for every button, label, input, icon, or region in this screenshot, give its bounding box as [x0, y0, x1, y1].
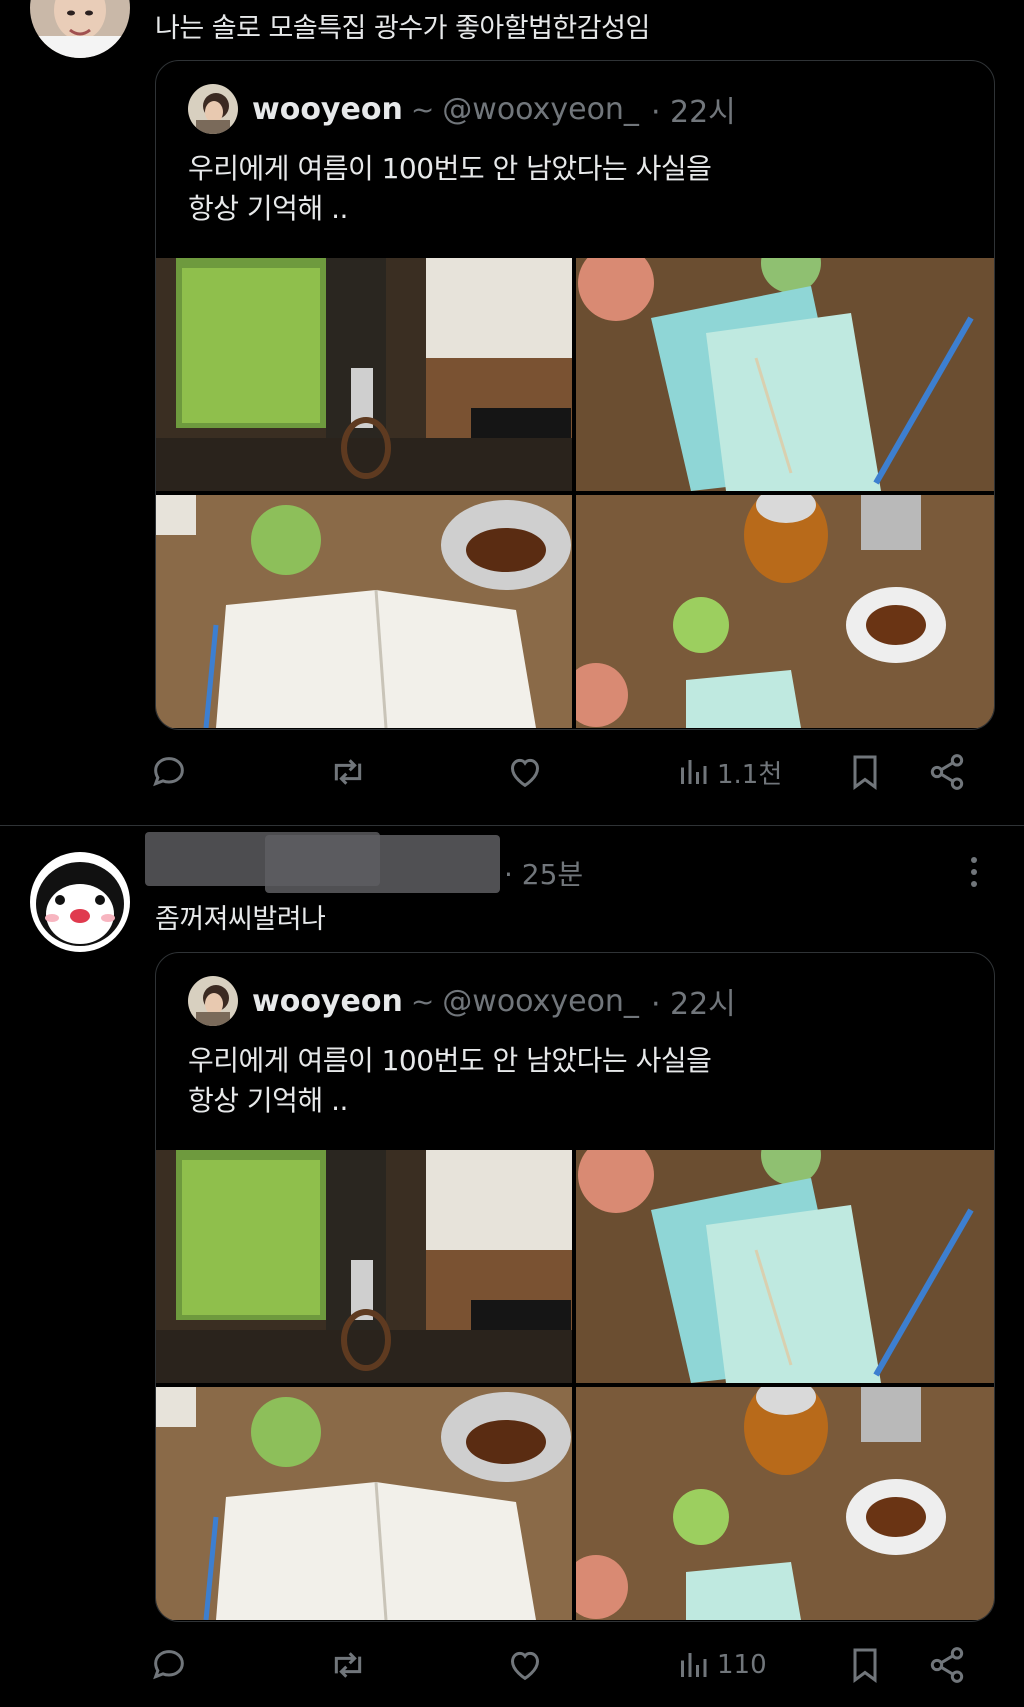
tweet-divider — [0, 825, 1024, 826]
share-icon — [930, 1647, 964, 1683]
retweet-button[interactable] — [327, 1645, 369, 1685]
quoted-tweet[interactable]: wooyeon ~ @wooxyeon_ · 22시 우리에게 여름이 100번… — [155, 952, 995, 1622]
quoted-tweet-text: 우리에게 여름이 100번도 안 남았다는 사실을 항상 기억해 .. — [188, 1041, 712, 1121]
photo-room-window — [156, 1150, 572, 1383]
reply-icon — [153, 757, 184, 787]
heart-icon — [510, 1651, 540, 1681]
quoted-avatar-photo — [188, 976, 238, 1026]
views-button[interactable]: 1.1천 — [675, 752, 782, 792]
quoted-display-name[interactable]: wooyeon — [252, 984, 403, 1019]
media-image[interactable] — [576, 258, 994, 491]
quoted-tweet-header: wooyeon ~ @wooxyeon_ · 22시 — [188, 975, 736, 1027]
retweet-icon — [334, 759, 362, 785]
more-options-button[interactable] — [968, 854, 980, 894]
share-button[interactable] — [927, 1645, 967, 1685]
quoted-avatar[interactable] — [188, 976, 238, 1026]
media-image[interactable] — [576, 495, 994, 728]
tweet-text: 나는 솔로 모솔특집 광수가 좋아할법한감성임 — [155, 13, 650, 44]
quoted-text-line: 항상 기억해 .. — [188, 1084, 348, 1117]
quoted-text-line: 항상 기억해 .. — [188, 192, 348, 225]
quoted-timestamp[interactable]: · 22시 — [651, 87, 736, 131]
tweet-actions: 110 — [153, 1645, 993, 1695]
quoted-name-suffix: ~ — [410, 984, 435, 1018]
heart-icon — [510, 758, 540, 788]
share-icon — [930, 754, 964, 790]
share-button[interactable] — [927, 752, 967, 792]
bookmark-button[interactable] — [845, 1645, 885, 1685]
quoted-name-suffix: ~ — [410, 92, 435, 126]
media-image[interactable] — [156, 1387, 572, 1620]
photo-teapot-cup — [576, 495, 994, 728]
bookmark-icon — [853, 1648, 877, 1683]
media-image[interactable] — [156, 1150, 572, 1383]
penguin-avatar-photo — [30, 852, 130, 952]
quoted-handle[interactable]: @wooxyeon_ — [442, 92, 639, 127]
photo-teapot-cup — [576, 1387, 994, 1620]
views-icon — [681, 1653, 707, 1677]
quoted-tweet-text: 우리에게 여름이 100번도 안 남았다는 사실을 항상 기억해 .. — [188, 149, 712, 229]
quoted-timestamp[interactable]: · 22시 — [651, 979, 736, 1023]
author-handle-redacted — [265, 835, 500, 893]
bookmark-button[interactable] — [845, 752, 885, 792]
media-image[interactable] — [156, 495, 572, 728]
quoted-text-line: 우리에게 여름이 100번도 안 남았다는 사실을 — [188, 152, 712, 185]
quoted-display-name[interactable]: wooyeon — [252, 92, 403, 127]
media-grid — [156, 258, 994, 728]
quoted-handle[interactable]: @wooxyeon_ — [442, 984, 639, 1019]
photo-books-desk — [576, 258, 994, 491]
views-count: 1.1천 — [717, 759, 783, 790]
media-image[interactable] — [576, 1150, 994, 1383]
photo-book-tea — [156, 1387, 572, 1620]
bookmark-icon — [853, 755, 877, 790]
quoted-avatar-photo — [188, 84, 238, 134]
reply-button[interactable] — [149, 1645, 189, 1685]
views-count: 110 — [717, 1650, 767, 1680]
photo-book-tea — [156, 495, 572, 728]
media-image[interactable] — [156, 258, 572, 491]
quoted-avatar[interactable] — [188, 84, 238, 134]
quoted-text-line: 우리에게 여름이 100번도 안 남았다는 사실을 — [188, 1044, 712, 1077]
photo-books-desk — [576, 1150, 994, 1383]
tweet-text: 좀꺼져씨발려나 — [155, 904, 326, 935]
retweet-icon — [334, 1652, 362, 1678]
avatar-photo — [30, 0, 130, 58]
more-dots-icon — [971, 857, 977, 887]
like-button[interactable] — [505, 1645, 545, 1685]
reply-icon — [153, 1650, 184, 1680]
photo-room-window — [156, 258, 572, 491]
avatar[interactable] — [30, 852, 130, 952]
avatar[interactable] — [30, 0, 130, 58]
retweet-button[interactable] — [327, 752, 369, 792]
quoted-tweet[interactable]: wooyeon ~ @wooxyeon_ · 22시 우리에게 여름이 100번… — [155, 60, 995, 730]
tweet-actions: 1.1천 — [153, 752, 993, 802]
like-button[interactable] — [505, 752, 545, 792]
media-grid — [156, 1150, 994, 1620]
quoted-tweet-header: wooyeon ~ @wooxyeon_ · 22시 — [188, 83, 736, 135]
views-button[interactable]: 110 — [675, 1645, 767, 1685]
media-image[interactable] — [576, 1387, 994, 1620]
tweet-timestamp[interactable]: · 25분 — [504, 853, 583, 893]
views-icon — [681, 760, 707, 784]
reply-button[interactable] — [149, 752, 189, 792]
